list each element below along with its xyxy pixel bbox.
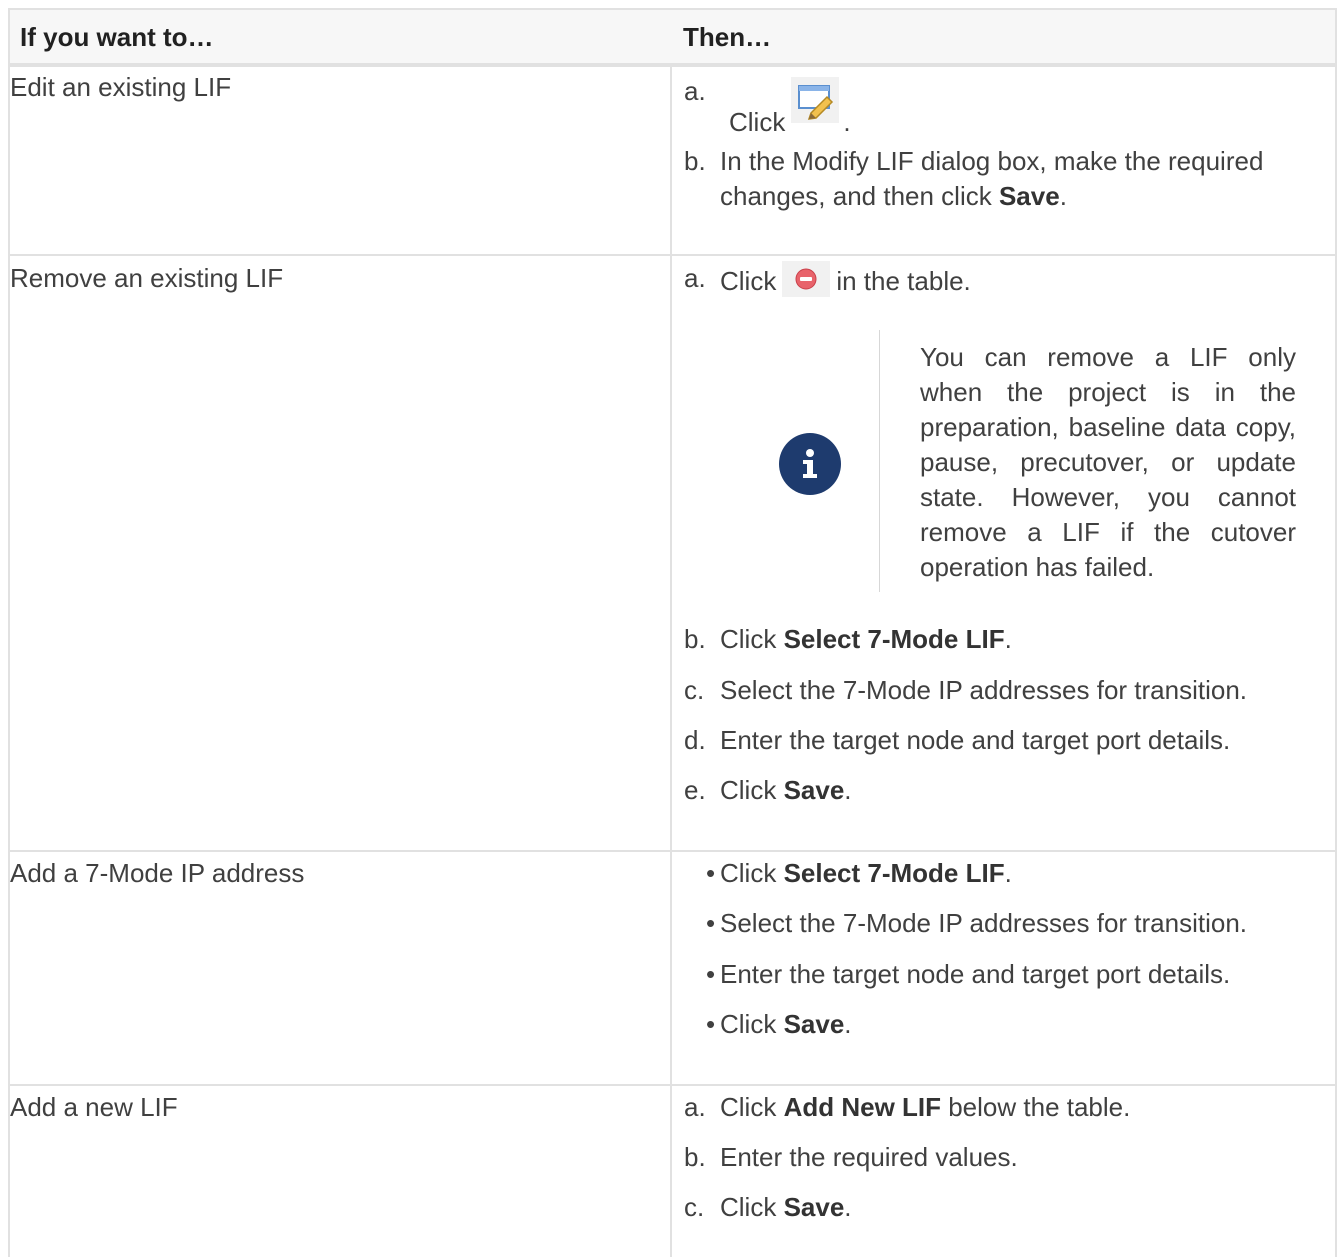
info-icon bbox=[779, 433, 841, 495]
step-edit-a-text: Click . bbox=[729, 77, 851, 137]
bullet-marker: • bbox=[706, 1009, 716, 1039]
edit-pencil-icon[interactable] bbox=[791, 77, 840, 123]
step-marker: a. bbox=[684, 76, 706, 106]
note-divider bbox=[879, 330, 880, 592]
step-text: . bbox=[844, 775, 852, 805]
step-bold: Select 7-Mode LIF bbox=[783, 624, 1005, 654]
step-marker: b. bbox=[684, 146, 706, 176]
step-text: Click bbox=[720, 624, 784, 654]
step-text: Click bbox=[720, 266, 777, 296]
action-add-new-lif: Add a new LIF bbox=[10, 1092, 178, 1122]
step-text: Click bbox=[720, 1192, 784, 1222]
steps-table: If you want to… Then… bbox=[8, 8, 1337, 1257]
step-text-after: in the table. bbox=[836, 266, 971, 296]
step-bold: Save bbox=[998, 181, 1060, 211]
step-text: Click bbox=[720, 1092, 784, 1122]
step-text: Enter the required values. bbox=[720, 1142, 1018, 1172]
step-text: . bbox=[1059, 181, 1067, 211]
step-text: Click bbox=[720, 1009, 784, 1039]
step-marker: b. bbox=[684, 624, 706, 654]
step-bold: Add New LIF bbox=[783, 1092, 941, 1122]
step-text: . bbox=[844, 1009, 852, 1039]
step-text-after: . bbox=[843, 107, 851, 137]
remove-minus-icon[interactable] bbox=[782, 261, 831, 297]
step-bold: Select 7-Mode LIF bbox=[783, 858, 1005, 888]
step-text: Enter the target node and target port de… bbox=[720, 725, 1231, 755]
step-marker: b. bbox=[684, 1142, 706, 1172]
step-text: . bbox=[844, 1192, 852, 1222]
bullet-marker: • bbox=[706, 959, 716, 989]
step-bold: Save bbox=[783, 775, 845, 805]
step-marker: d. bbox=[684, 725, 706, 755]
step-marker: c. bbox=[684, 675, 705, 705]
note-text: You can remove a LIF only when the proje… bbox=[920, 342, 1296, 582]
step-text: Click bbox=[720, 858, 784, 888]
step-marker: a. bbox=[684, 1092, 706, 1122]
step-text: Click bbox=[729, 107, 786, 137]
step-bold: Save bbox=[783, 1192, 845, 1222]
step-text: . bbox=[1004, 624, 1012, 654]
step-text: In the Modify LIF dialog box, make the r… bbox=[720, 146, 1264, 176]
step-text: Enter the target node and target port de… bbox=[720, 959, 1231, 989]
step-text: Click bbox=[720, 775, 784, 805]
step-text: below the table. bbox=[941, 1092, 1131, 1122]
step-text: Select the 7-Mode IP addresses for trans… bbox=[720, 908, 1248, 938]
action-add-ip: Add a 7-Mode IP address bbox=[10, 858, 305, 888]
step-text: changes, and then click bbox=[720, 181, 999, 211]
step-marker: c. bbox=[684, 1192, 705, 1222]
step-text: Select the 7-Mode IP addresses for trans… bbox=[720, 675, 1248, 705]
action-edit-lif: Edit an existing LIF bbox=[10, 72, 232, 102]
bullet-marker: • bbox=[706, 858, 716, 888]
step-marker: e. bbox=[684, 775, 706, 805]
bullet-marker: • bbox=[706, 908, 716, 938]
step-text: . bbox=[1004, 858, 1012, 888]
action-remove-lif: Remove an existing LIF bbox=[10, 263, 284, 293]
step-marker: a. bbox=[684, 263, 706, 293]
step-bold: Save bbox=[783, 1009, 845, 1039]
